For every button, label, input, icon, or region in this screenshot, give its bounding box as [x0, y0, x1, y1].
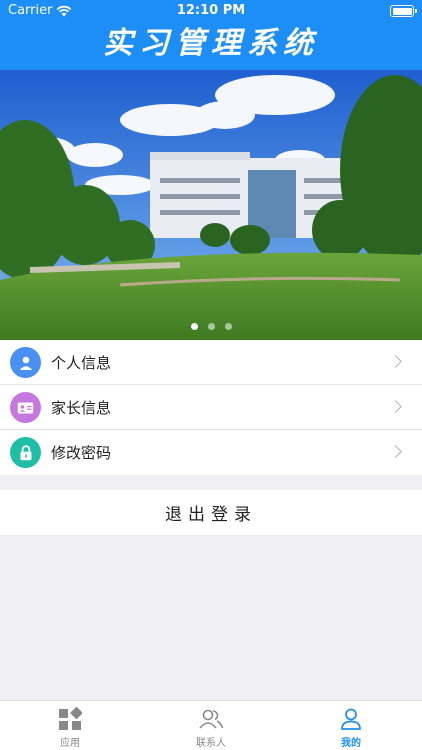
contacts-icon [199, 709, 224, 729]
tab-label: 联系人 [196, 738, 226, 749]
lock-icon [10, 437, 41, 468]
person-icon [10, 347, 41, 378]
page-title: 实习管理系统 [103, 26, 319, 61]
menu-item-change-password[interactable]: 修改密码 [0, 430, 422, 475]
tab-contacts[interactable]: 联系人 [171, 707, 251, 749]
clock: 12:10 PM [176, 3, 246, 18]
battery-icon [390, 5, 417, 17]
menu-item-label: 个人信息 [51, 353, 112, 372]
carousel-dot-2[interactable] [207, 323, 215, 330]
chevron-right-icon [389, 355, 402, 368]
profile-icon [341, 708, 361, 730]
carousel-indicator [0, 323, 422, 330]
logout-button[interactable]: 退出登录 [0, 490, 422, 535]
campus-photo [0, 70, 422, 340]
tab-label: 应用 [60, 738, 80, 749]
chevron-right-icon [389, 445, 402, 458]
apps-icon [59, 707, 82, 730]
carousel-dot-3[interactable] [224, 323, 232, 330]
tab-label: 我的 [341, 738, 361, 749]
chevron-right-icon [389, 400, 402, 413]
menu-item-parent-info[interactable]: 家长信息 [0, 385, 422, 430]
menu-item-personal-info[interactable]: 个人信息 [0, 340, 422, 385]
profile-menu: 个人信息 家长信息 修改密码 [0, 340, 422, 475]
status-bar: Carrier 12:10 PM [0, 0, 422, 22]
id-card-icon [10, 392, 41, 423]
menu-item-label: 修改密码 [51, 444, 112, 462]
carousel-dot-1[interactable] [190, 323, 198, 330]
tab-bar: 应用 联系人 我的 [0, 700, 422, 750]
menu-item-label: 家长信息 [51, 398, 112, 417]
tab-apps[interactable]: 应用 [30, 707, 110, 749]
banner-carousel[interactable] [0, 70, 422, 340]
app-header: Carrier 12:10 PM 实习管理系统 [0, 0, 422, 70]
tab-profile[interactable]: 我的 [311, 707, 391, 749]
